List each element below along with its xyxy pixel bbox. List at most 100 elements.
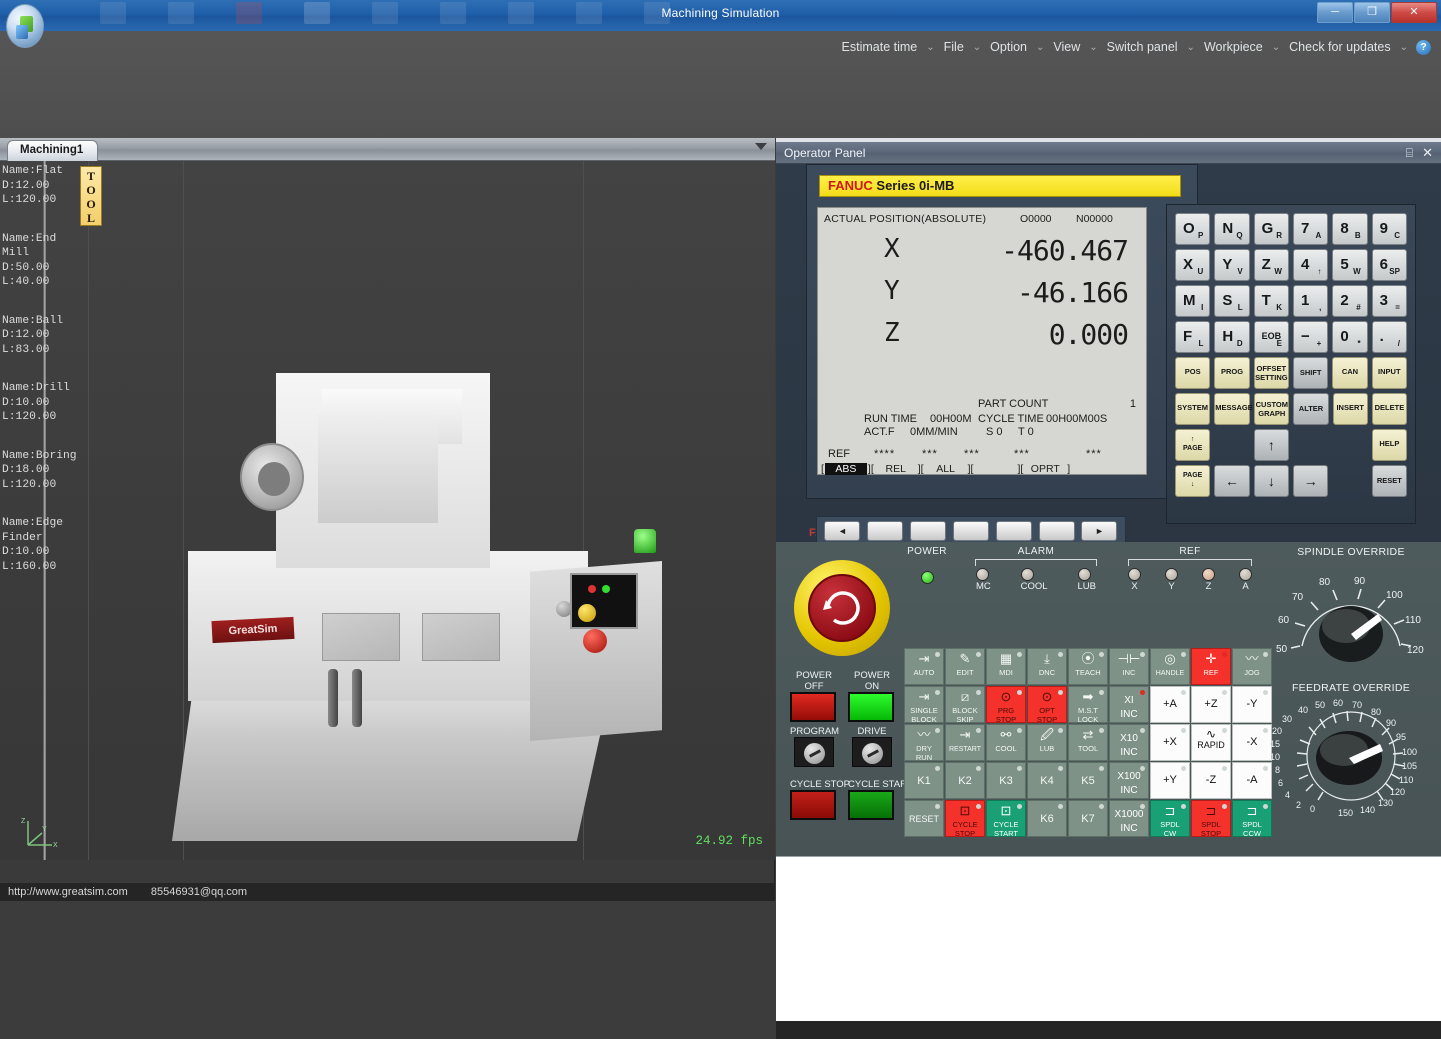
mode-button-mdi[interactable]: ▦ MDI	[986, 648, 1026, 685]
list-item[interactable]: Name:Edge Finder D:10.00 L:160.00	[2, 516, 86, 574]
mode-button-block-skip[interactable]: ⧄ BLOCK SKIP	[945, 686, 985, 723]
key-page-up[interactable]: ↑ PAGE	[1175, 429, 1211, 461]
mode-button-x10-inc[interactable]: X10 INC	[1109, 724, 1149, 761]
key-page-down[interactable]: PAGE ↓	[1175, 465, 1211, 497]
key-M[interactable]: MI	[1175, 285, 1211, 317]
mode-button-jog[interactable]: 〰 JOG	[1232, 648, 1272, 685]
mode-button-handle[interactable]: ◎ HANDLE	[1150, 648, 1190, 685]
key-5[interactable]: 5W	[1332, 249, 1368, 281]
softkey-button-next[interactable]: ►	[1081, 521, 1118, 541]
key-input[interactable]: INPUT	[1371, 357, 1407, 389]
softkey-button-4[interactable]	[995, 521, 1032, 541]
pin-icon[interactable]: ⌸	[1406, 146, 1413, 161]
jog-button-minus-a[interactable]: -A	[1232, 762, 1272, 799]
jog-button-rapid[interactable]: ∿ RAPID	[1191, 724, 1231, 761]
status-url[interactable]: http://www.greatsim.com	[0, 886, 128, 898]
mode-button-prg-stop[interactable]: ⊙ PRG STOP	[986, 686, 1026, 723]
softkey-oprt[interactable]: OPRT	[1024, 463, 1066, 475]
close-icon[interactable]: ✕	[1422, 145, 1433, 161]
minimize-button[interactable]: ─	[1317, 2, 1353, 23]
menu-item-check-for-updates[interactable]: Check for updates	[1282, 38, 1397, 56]
mode-button-tool[interactable]: ⇄ TOOL	[1068, 724, 1108, 761]
program-key-switch[interactable]	[794, 737, 834, 767]
mode-button-single-block[interactable]: ⇥ SINGLE BLOCK	[904, 686, 944, 723]
key-3[interactable]: 3 =	[1371, 285, 1407, 317]
maximize-button[interactable]: ❐	[1354, 2, 1390, 23]
cycle-stop-button[interactable]	[790, 790, 836, 820]
spindle-override-control[interactable]: SPINDLE OVERRIDE 50 60 70 80 90 100 110 …	[1268, 546, 1434, 678]
pendant-knob[interactable]	[556, 601, 572, 617]
mode-button-k1[interactable]: K1	[904, 762, 944, 799]
menu-item-estimate-time[interactable]: Estimate time	[835, 38, 925, 56]
mode-button-ref[interactable]: ✛ REF	[1191, 648, 1231, 685]
list-item[interactable]: Name:Drill D:10.00 L:120.00	[2, 381, 86, 425]
menu-item-file[interactable]: File	[937, 38, 971, 56]
key-cursor-left[interactable]: ←	[1214, 465, 1250, 497]
key-cursor-up[interactable]: ↑	[1253, 429, 1290, 461]
feedrate-override-control[interactable]: FEEDRATE OVERRIDE 0 2 4 6 8 10 15 20 30 …	[1268, 682, 1434, 822]
softkey-all[interactable]: ALL	[925, 463, 967, 475]
softkey-button-prev[interactable]: ◄	[824, 521, 861, 541]
menu-item-switch-panel[interactable]: Switch panel	[1100, 38, 1185, 56]
softkey-abs[interactable]: ABS	[824, 462, 867, 475]
mode-button-restart[interactable]: ⇥ RESTART	[945, 724, 985, 761]
key-T[interactable]: TK	[1253, 285, 1289, 317]
pendant-yellow-button[interactable]	[578, 604, 596, 622]
mode-button-cycle-stop[interactable]: ⊡ CYCLE STOP	[945, 800, 985, 837]
3d-viewport[interactable]: Name:Flat D:12.00 L:120.00 Name:End Mill…	[0, 161, 775, 860]
mode-button-opt-stop[interactable]: ⊙ OPT STOP	[1027, 686, 1067, 723]
key-period[interactable]: . /	[1371, 321, 1407, 353]
key-alter[interactable]: ALTER	[1293, 393, 1329, 425]
feedrate-override-dial[interactable]: 0 2 4 6 8 10 15 20 30 40 50 60 70 80 90 …	[1268, 696, 1434, 820]
jog-button-minus-y[interactable]: -Y	[1232, 686, 1272, 723]
mode-button-cycle-start[interactable]: ⊡ CYCLE START	[986, 800, 1026, 837]
mode-button-lub[interactable]: 🖉 LUB	[1027, 724, 1067, 761]
key-9[interactable]: 9C	[1371, 213, 1407, 245]
machine-emergency-stop[interactable]	[583, 629, 607, 653]
mode-button-dry-run[interactable]: 〰 DRY RUN	[904, 724, 944, 761]
mode-button-x1-inc[interactable]: XI INC	[1109, 686, 1149, 723]
key-Y[interactable]: YV	[1214, 249, 1250, 281]
tab-machining1[interactable]: Machining1	[7, 140, 99, 161]
jog-button-plus-a[interactable]: +A	[1150, 686, 1190, 723]
softkey-button-3[interactable]	[952, 521, 989, 541]
spindle-button-stop[interactable]: ⊐ SPDL STOP	[1191, 800, 1231, 837]
spindle-button-cw[interactable]: ⊐ SPDL CW	[1150, 800, 1190, 837]
tool-panel-tab[interactable]: T O O L	[80, 166, 102, 226]
mode-button-x100-inc[interactable]: X100 INC	[1109, 762, 1149, 799]
key-custom-graph[interactable]: CUSTOM GRAPH	[1254, 393, 1290, 425]
key-insert[interactable]: INSERT	[1332, 393, 1368, 425]
jog-button-minus-z[interactable]: -Z	[1191, 762, 1231, 799]
key-S[interactable]: SL	[1214, 285, 1250, 317]
jog-button-plus-x[interactable]: +X	[1150, 724, 1190, 761]
key-0[interactable]: 0 *	[1332, 321, 1368, 353]
list-item[interactable]: Name:Ball D:12.00 L:83.00	[2, 314, 86, 358]
mode-button-cool[interactable]: ⚯ COOL	[986, 724, 1026, 761]
key-4[interactable]: 4 ↑	[1292, 249, 1329, 281]
drive-key-switch[interactable]	[852, 737, 892, 767]
power-off-button[interactable]	[790, 692, 836, 722]
key-2[interactable]: 2 #	[1332, 285, 1368, 317]
door-handle[interactable]	[328, 669, 338, 727]
softkey-button-1[interactable]	[867, 521, 904, 541]
menu-item-option[interactable]: Option	[983, 38, 1034, 56]
list-item[interactable]: Name:Boring D:18.00 L:120.00	[2, 449, 86, 493]
mode-button-auto[interactable]: ⇥ AUTO	[904, 648, 944, 685]
key-1[interactable]: 1,	[1292, 285, 1329, 317]
key-minus[interactable]: − +	[1292, 321, 1329, 353]
cnc-screen[interactable]: ACTUAL POSITION(ABSOLUTE) O0000 N00000 X…	[817, 207, 1147, 475]
key-cursor-right[interactable]: →	[1293, 465, 1329, 497]
tool-changer-turret[interactable]	[240, 443, 304, 511]
mode-button-k5[interactable]: K5	[1068, 762, 1108, 799]
softkey-rel[interactable]: REL	[875, 463, 917, 475]
help-icon[interactable]: ?	[1416, 39, 1431, 55]
mode-button-inc[interactable]: ⊣⊢ INC	[1109, 648, 1149, 685]
cycle-start-button[interactable]	[848, 790, 894, 820]
key-can[interactable]: CAN	[1332, 357, 1368, 389]
key-G[interactable]: GR	[1253, 213, 1289, 245]
close-button[interactable]: ✕	[1391, 2, 1437, 23]
jog-button-minus-x[interactable]: -X	[1232, 724, 1272, 761]
key-Z[interactable]: ZW	[1253, 249, 1289, 281]
list-item[interactable]: Name:Flat D:12.00 L:120.00	[2, 164, 86, 208]
door-handle[interactable]	[352, 669, 362, 727]
